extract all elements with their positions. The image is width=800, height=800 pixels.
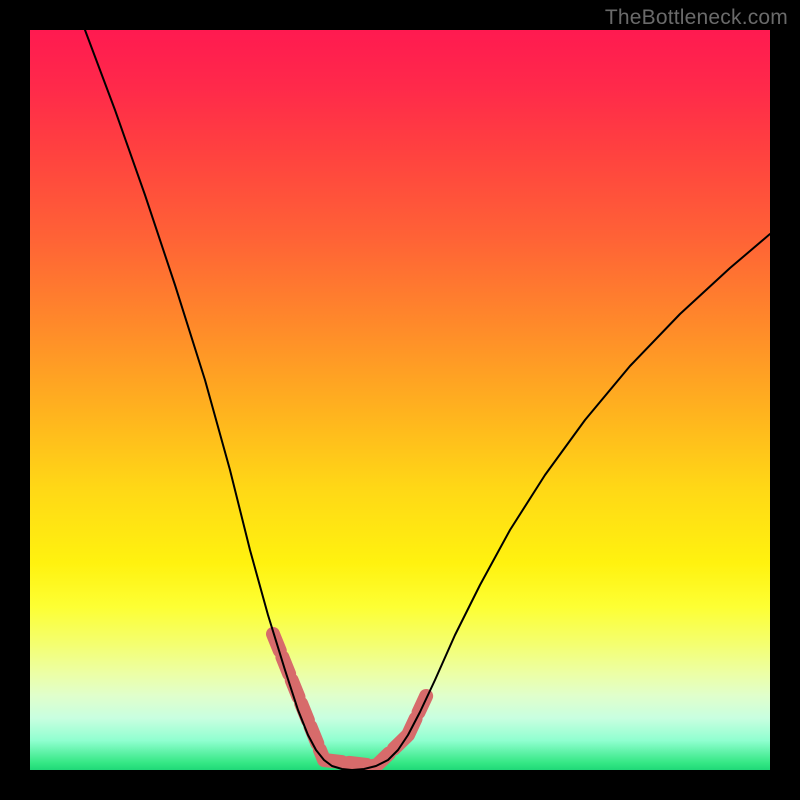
plot-area	[30, 30, 770, 770]
curve-bottom-highlight	[273, 634, 428, 766]
bottleneck-curve	[85, 30, 770, 770]
chart-frame: TheBottleneck.com	[0, 0, 800, 800]
watermark-text: TheBottleneck.com	[605, 6, 788, 30]
curve-layer	[30, 30, 770, 770]
